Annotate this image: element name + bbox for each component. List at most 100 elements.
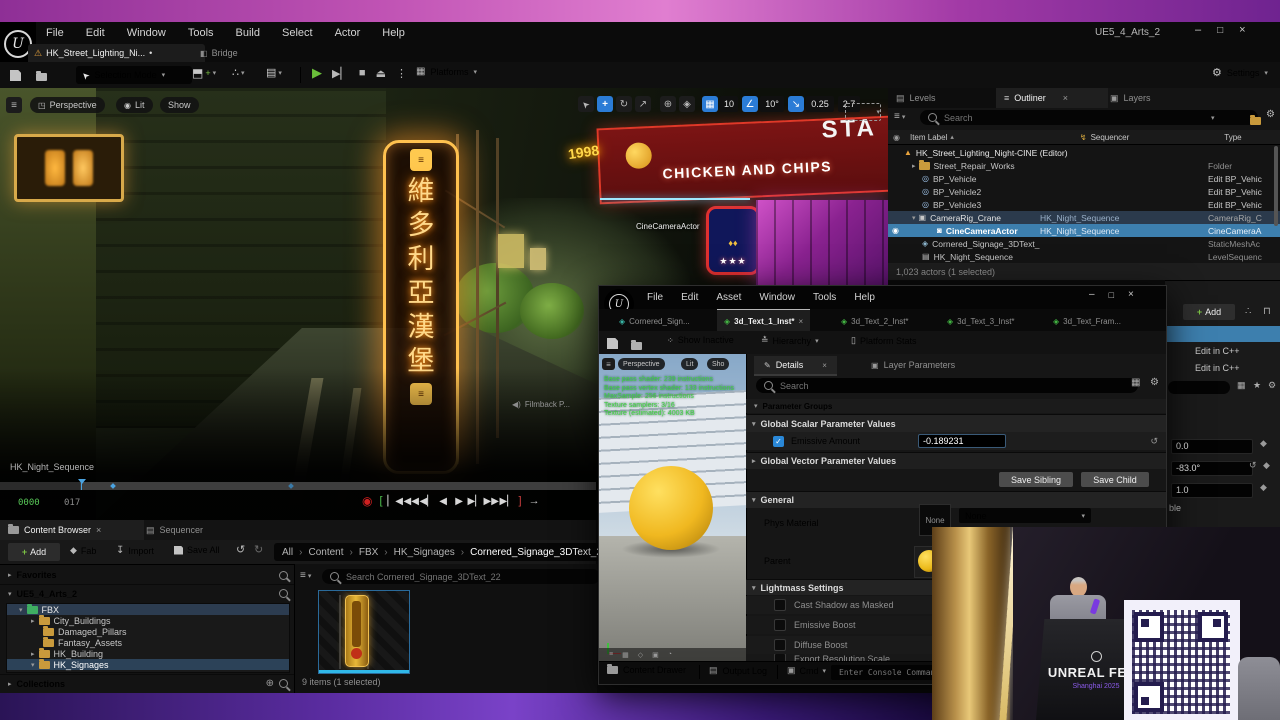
menu-select[interactable]: Select [278,27,317,39]
close-tab-icon[interactable]: × [96,525,101,535]
emissive-amount-input[interactable] [918,434,1006,448]
back-icon[interactable]: ↺ [236,543,245,556]
menu-edit[interactable]: Edit [82,27,109,39]
fw-menu-edit[interactable]: Edit [677,292,702,303]
sequencer-column[interactable]: Sequencer [1091,133,1130,142]
display-filter-icon[interactable]: ▦ [1131,377,1140,388]
scalar-params-header[interactable]: ▾Global Scalar Parameter Values [746,414,1167,432]
content-drawer-button[interactable]: Content Drawer [607,665,686,675]
outliner-scrollbar[interactable] [1274,146,1278,226]
preview-options-icon[interactable]: ≡ [602,358,615,370]
param-checkbox[interactable]: ✓ [773,436,784,447]
preview-perspective-pill[interactable]: Perspective [618,358,665,370]
scale-snap-value[interactable]: 0.25 [806,96,834,112]
preview-tool-icon[interactable]: ▣ [652,651,659,659]
preview-tool-icon[interactable]: ▦ [622,651,629,659]
edit-cpp-link[interactable]: Edit in C++ [1195,363,1240,373]
table-row[interactable]: ◎ BP_Vehicle2 Edit BP_Vehic [888,185,1280,198]
menu-file[interactable]: File [42,27,68,39]
platform-stats-button[interactable]: ▯ Platform Stats [851,335,916,346]
cb-search-input[interactable] [344,571,568,583]
collections-row[interactable]: ▸Collections ⊕ [0,674,302,692]
hierarchy-dropdown[interactable]: ≛ Hierarchy ▾ [761,335,819,346]
menu-tools[interactable]: Tools [184,27,218,39]
fw-menu-help[interactable]: Help [850,292,879,303]
strip-settings-icon[interactable]: ⚙ [1268,380,1276,391]
add-asset-button[interactable]: +Add [8,543,60,561]
close-icon[interactable]: × [1128,289,1134,300]
grid-snap-icon[interactable]: ▦ [702,96,718,112]
fw-tab-2[interactable]: ◈ 3d_Text_2_Inst* [841,311,909,331]
fw-menu-window[interactable]: Window [755,292,799,303]
tab-content-browser[interactable]: Content Browser × [0,520,144,540]
checkbox-unchecked[interactable] [774,599,786,611]
folder-fbx[interactable]: ▾FBX [7,604,289,615]
playhead[interactable] [78,479,86,484]
revert-icon[interactable]: ↺ [1150,436,1158,447]
play-forward-icon[interactable]: ▶ [452,496,467,507]
eject-icon[interactable]: ⏏ [376,67,386,80]
table-row[interactable]: ◎ BP_Vehicle3 Edit BP_Vehic [888,198,1280,211]
step-forward-icon[interactable]: ▶▏ [468,496,483,507]
rotation-snap-icon[interactable]: ∠ [742,96,758,112]
cb-filter-icon[interactable]: ≡▾ [300,570,311,581]
tab-outliner[interactable]: ≡ Outliner × [996,88,1108,108]
keyframe-marker[interactable] [288,483,294,489]
play-reverse-icon[interactable]: ◀ [436,496,451,507]
search-icon[interactable] [279,679,288,688]
minimize-icon[interactable]: – [1195,24,1201,36]
rotation-snap-value[interactable]: 10° [760,96,784,112]
preview-lit-pill[interactable]: Lit [681,358,698,370]
viewport-layout-widget[interactable]: ▾ [845,103,881,121]
play-icon[interactable]: ▶ [312,65,322,81]
checkbox-unchecked[interactable] [774,639,786,651]
table-row[interactable]: ◈ Cornered_Signage_3DText_ StaticMeshAc [888,237,1280,250]
fw-tab-4[interactable]: ◈ 3d_Text_Fram... [1053,311,1121,331]
material-preview-viewport[interactable]: ≡ Perspective Lit Sho Base pass shader: … [599,354,746,661]
breadcrumb[interactable]: All Content FBX HK_Signages Cornered_Sig… [274,543,606,561]
close-tab-icon[interactable]: × [822,361,827,370]
add-component-button[interactable]: +Add [1183,304,1235,320]
bridge-tab[interactable]: ◧ Bridge [200,44,238,62]
move-tool-icon[interactable]: + [597,96,613,112]
tab-layers[interactable]: ▣ Layers [1102,88,1190,108]
cb-search[interactable] [322,569,600,584]
revert-icon[interactable]: ↺ [1249,460,1257,471]
end-frame[interactable]: 017 [64,498,80,508]
tab-sequencer[interactable]: ▤ Sequencer [146,520,203,540]
reset-icon[interactable]: ◆ [1263,460,1270,471]
loop-start-icon[interactable]: [ [379,495,382,507]
maximize-icon[interactable]: □ [1217,25,1223,36]
close-tab-icon[interactable]: × [1063,93,1068,103]
add-collection-icon[interactable]: ⊕ [266,678,274,689]
preview-tool-icon[interactable]: ≡ [609,651,613,658]
save-child-button[interactable]: Save Child [1081,472,1149,487]
vector-params-header[interactable]: ▸Global Vector Parameter Values [746,452,1167,469]
strip-search[interactable] [1168,381,1230,394]
menu-actor[interactable]: Actor [331,27,365,39]
share-icon[interactable]: ∴ [1245,306,1251,317]
browse-content-icon[interactable] [36,68,47,86]
scale-tool-icon[interactable]: ↗ [635,96,651,112]
loop-mode-icon[interactable]: → [529,495,540,507]
folder-fantasy-assets[interactable]: Fantasy_Assets [7,637,289,648]
show-dropdown[interactable]: Show [160,97,199,113]
menu-window[interactable]: Window [123,27,170,39]
cmd-dropdown[interactable]: ▣ Cmd ▾ [787,665,826,676]
table-row[interactable]: ▤ HK_Night_Sequence LevelSequenc [888,250,1280,263]
forward-icon[interactable]: ↻ [254,543,263,556]
cinematics-dropdown[interactable]: ▤▾ [266,66,282,79]
fab-button[interactable]: ◆ Fab [70,545,96,556]
record-icon[interactable]: ◉ [362,494,372,508]
search-icon[interactable] [279,589,288,598]
folder-damaged-pillars[interactable]: Damaged_Pillars [7,626,289,637]
transform-scale-field[interactable]: 1.0 [1171,483,1253,498]
lit-dropdown[interactable]: ◉ Lit [116,97,153,113]
fw-tab-layer-params[interactable]: ▣ Layer Parameters [871,356,955,374]
play-options-icon[interactable]: ⋮ [396,67,407,80]
level-tab[interactable]: ⚠ HK_Street_Lighting_Ni... • [28,44,205,62]
loop-end-icon[interactable]: ] [519,495,522,507]
to-end-icon[interactable]: ▶▏ [500,496,515,507]
tab-levels[interactable]: ▤ Levels [888,88,1002,108]
edit-cpp-link[interactable]: Edit in C++ [1195,346,1240,356]
